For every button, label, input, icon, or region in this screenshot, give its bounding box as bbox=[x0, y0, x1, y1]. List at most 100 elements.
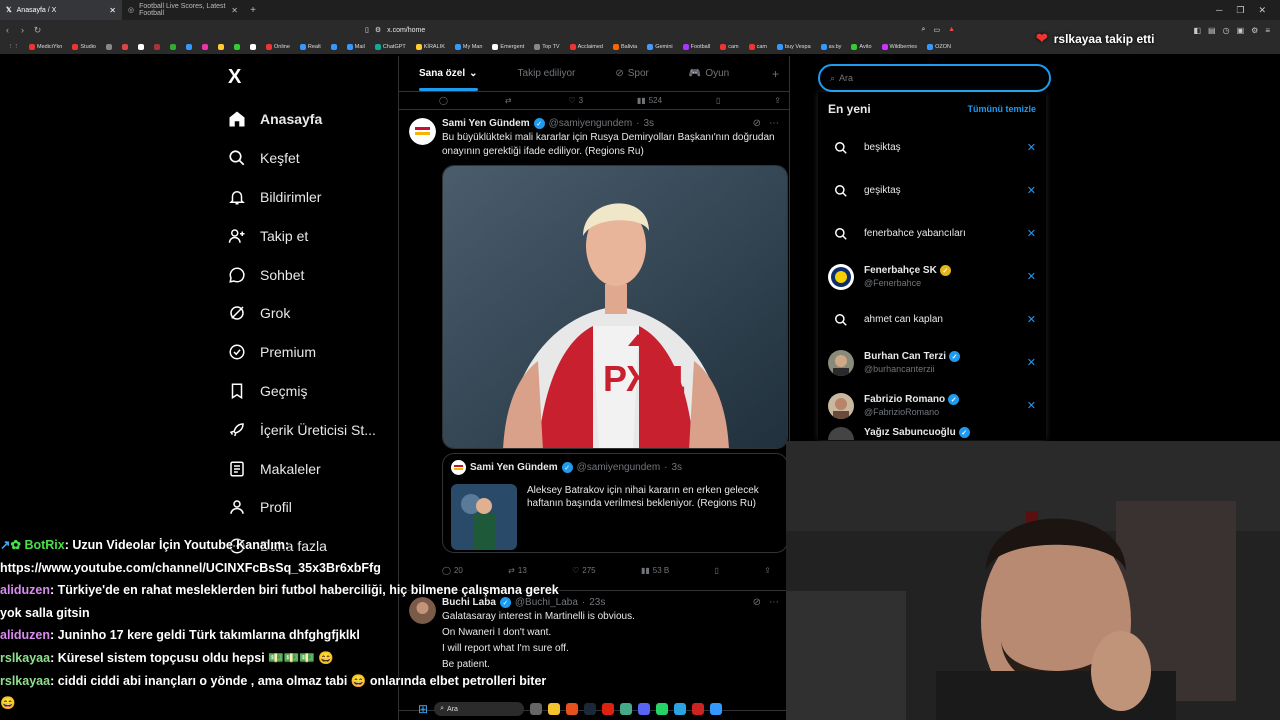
grok-analyze-icon[interactable]: ⊘ bbox=[753, 597, 761, 608]
zoom-icon[interactable]: ⌕ bbox=[922, 26, 926, 34]
nav-item-bookmarks[interactable]: Geçmiş bbox=[228, 372, 376, 411]
share-button[interactable]: ⇪ bbox=[774, 96, 781, 105]
tweet-time[interactable]: 23s bbox=[589, 597, 605, 608]
settings-icon[interactable]: ⚙ bbox=[1251, 26, 1258, 35]
remove-icon[interactable]: ✕ bbox=[1027, 399, 1036, 412]
whatsapp-icon[interactable] bbox=[656, 703, 669, 715]
browser-tab-football[interactable]: ◎ Football Live Scores, Latest Football … bbox=[122, 0, 244, 20]
bookmark-button[interactable]: ▯ bbox=[716, 96, 720, 105]
bookmark-item[interactable]: cam bbox=[720, 44, 739, 50]
bookmark-item[interactable] bbox=[201, 44, 208, 50]
bookmark-item[interactable]: Acclaimed bbox=[569, 44, 603, 50]
bookmark-item[interactable]: Wildberries bbox=[881, 44, 917, 50]
bookmark-item[interactable]: av.by bbox=[820, 44, 841, 50]
clear-all-button[interactable]: Tümünü temizle bbox=[967, 104, 1036, 114]
close-tab-icon[interactable]: ✕ bbox=[109, 6, 116, 15]
recent-user-item[interactable]: Yağız Sabuncuoğlu ✓ bbox=[818, 427, 1046, 440]
reply-button[interactable]: ◯ bbox=[439, 96, 451, 105]
chrome-icon[interactable] bbox=[620, 703, 633, 715]
nav-item-explore[interactable]: Keşfet bbox=[228, 139, 376, 178]
recent-search-item[interactable]: geşiktaş ✕ bbox=[818, 169, 1046, 212]
bookmark-item[interactable]: Studio bbox=[72, 44, 96, 50]
nav-item-chat[interactable]: Sohbet bbox=[228, 255, 376, 294]
extensions-icon[interactable]: ◧ bbox=[1193, 26, 1201, 35]
bookmark-item[interactable]: Avito bbox=[851, 44, 872, 50]
close-window-icon[interactable]: ✕ bbox=[1258, 5, 1266, 16]
bookmark-item[interactable]: Balivia bbox=[612, 44, 637, 50]
nav-item-home[interactable]: Anasayfa bbox=[228, 100, 376, 139]
remove-icon[interactable]: ✕ bbox=[1027, 313, 1036, 326]
cast-icon[interactable]: ▭ bbox=[933, 26, 940, 34]
recent-search-item[interactable]: beşiktaş ✕ bbox=[818, 126, 1046, 169]
browser-tab-x[interactable]: 𝕏 Anasayfa / X ✕ bbox=[0, 0, 122, 20]
bookmark-item[interactable] bbox=[217, 44, 224, 50]
forward-icon[interactable]: › bbox=[15, 25, 30, 35]
bookmark-item[interactable]: Top TV bbox=[534, 44, 560, 50]
bookmark-item[interactable] bbox=[330, 44, 337, 50]
bookmark-item[interactable]: Gemini bbox=[647, 44, 673, 50]
bookmark-item[interactable]: buy Vespa bbox=[776, 44, 811, 50]
bookmark-item[interactable]: ChatGPT bbox=[374, 44, 406, 50]
share-button[interactable]: ⇪ bbox=[764, 566, 771, 575]
x-logo[interactable]: X bbox=[228, 66, 241, 89]
remove-icon[interactable]: ✕ bbox=[1027, 141, 1036, 154]
tab-for-you[interactable]: Sana özel ⌄ bbox=[399, 68, 498, 91]
views-button[interactable]: ▮▮ 524 bbox=[637, 96, 662, 105]
author-handle[interactable]: @samiyengundem bbox=[549, 118, 633, 129]
nav-item-follow[interactable]: Takip et bbox=[228, 216, 376, 255]
remove-icon[interactable]: ✕ bbox=[1027, 227, 1036, 240]
bookmark-item[interactable] bbox=[153, 44, 160, 50]
menu-icon[interactable]: ≡ bbox=[1265, 26, 1270, 35]
back-icon[interactable]: ‹ bbox=[0, 25, 15, 35]
tweet[interactable]: Sami Yen Gündem ✓ @samiyengundem · 3s ⊘ ⋯… bbox=[399, 110, 789, 591]
bookmark-item[interactable] bbox=[121, 44, 128, 50]
views-button[interactable]: ▮▮ 53 B bbox=[641, 566, 669, 575]
reload-icon[interactable]: ↻ bbox=[30, 25, 45, 36]
bookmark-item[interactable]: KİRALIK bbox=[415, 44, 445, 50]
bookmark-item[interactable]: My Man bbox=[454, 44, 482, 50]
app-icon[interactable] bbox=[710, 703, 723, 715]
sidebar-icon[interactable]: ▤ bbox=[1208, 26, 1216, 35]
bookmark-page-icon[interactable]: ▯ bbox=[365, 26, 369, 34]
bookmark-item[interactable]: Online bbox=[265, 44, 290, 50]
remove-icon[interactable]: ✕ bbox=[1027, 356, 1036, 369]
close-tab-icon[interactable]: ✕ bbox=[231, 6, 238, 15]
bookmark-item[interactable]: Realt bbox=[299, 44, 321, 50]
bookmark-item[interactable] bbox=[233, 44, 240, 50]
history-icon[interactable]: ◷ bbox=[1223, 26, 1230, 35]
task-view-icon[interactable] bbox=[530, 703, 543, 715]
remove-icon[interactable]: ✕ bbox=[1027, 184, 1036, 197]
steam-icon[interactable] bbox=[584, 703, 597, 715]
tweet-image[interactable]: РЖД bbox=[442, 165, 788, 449]
brave-icon[interactable] bbox=[566, 703, 579, 715]
file-explorer-icon[interactable] bbox=[548, 703, 561, 715]
bookmark-button[interactable]: ▯ bbox=[715, 566, 719, 575]
bookmark-item[interactable] bbox=[169, 44, 176, 50]
recent-user-item[interactable]: Burhan Can Terzi ✓ @burhancanterzii ✕ bbox=[818, 341, 1046, 384]
bookmark-item[interactable]: Emergent bbox=[492, 44, 524, 50]
bookmark-item[interactable] bbox=[137, 44, 144, 50]
more-options-icon[interactable]: ⋯ bbox=[769, 118, 779, 129]
nav-item-grok[interactable]: Grok bbox=[228, 294, 376, 333]
nav-item-profile[interactable]: Profil bbox=[228, 488, 376, 527]
discord-icon[interactable] bbox=[638, 703, 651, 715]
like-button[interactable]: ♡ 275 bbox=[572, 566, 596, 575]
tweet-time[interactable]: 3s bbox=[644, 118, 655, 129]
bookmark-item[interactable]: cam bbox=[748, 44, 767, 50]
repost-button[interactable]: ⇄ bbox=[505, 96, 515, 105]
like-button[interactable]: ♡ 3 bbox=[568, 96, 583, 105]
wallet-icon[interactable]: ▣ bbox=[1237, 26, 1245, 35]
grok-analyze-icon[interactable]: ⊘ bbox=[753, 118, 761, 129]
tab-gaming[interactable]: 🎮 Oyun bbox=[669, 68, 749, 79]
bookmark-item[interactable] bbox=[249, 44, 256, 50]
taskbar-search[interactable]: ⌕ Ara bbox=[434, 702, 525, 716]
restore-icon[interactable]: ❐ bbox=[1236, 5, 1244, 16]
recent-user-item[interactable]: Fenerbahçe SK ✓ @Fenerbahce ✕ bbox=[818, 255, 1046, 298]
extension-icon[interactable]: ▲ bbox=[948, 26, 955, 34]
nav-item-premium[interactable]: Premium bbox=[228, 333, 376, 372]
bookmark-item[interactable]: OZON bbox=[927, 44, 951, 50]
tab-following[interactable]: Takip ediliyor bbox=[498, 68, 596, 79]
author-name[interactable]: Sami Yen Gündem bbox=[442, 118, 530, 129]
site-info-icon[interactable]: ⚙ bbox=[375, 26, 381, 34]
nav-item-creator-studio[interactable]: İçerik Üreticisi St... bbox=[228, 410, 376, 449]
